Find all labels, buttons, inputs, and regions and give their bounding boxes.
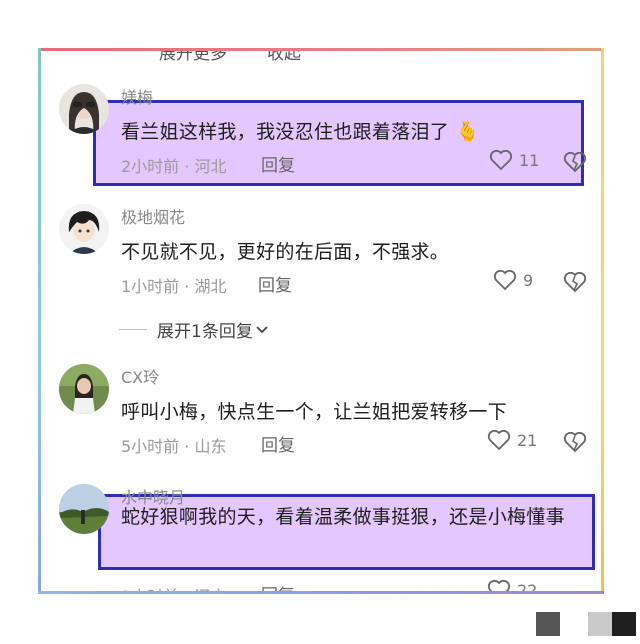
comment-list: 展开更多 收起 媄梅 看兰姐这样我，我没忍住也跟着落泪了 🫰 2小时前 · 河北 … (41, 51, 601, 591)
broken-heart-icon[interactable] (563, 151, 587, 173)
heart-icon (487, 429, 511, 451)
like-button[interactable]: 22 (487, 579, 537, 591)
comment-item: 媄梅 看兰姐这样我，我没忍住也跟着落泪了 🫰 2小时前 · 河北 回复 11 (41, 81, 601, 201)
comment-author[interactable]: 媄梅 (121, 84, 153, 108)
like-button[interactable]: 21 (487, 429, 537, 451)
comment-meta: 2小时前 · 河北 (121, 157, 227, 176)
collapse-label[interactable]: 收起 (267, 51, 301, 64)
comment-author[interactable]: CX玲 (121, 364, 159, 388)
comment-text: 看兰姐这样我，我没忍住也跟着落泪了 🫰 (121, 117, 479, 144)
hand-emoji: 🫰 (455, 121, 480, 143)
avatar[interactable] (59, 84, 109, 134)
color-swatch (536, 612, 560, 636)
reply-button[interactable]: 回复 (261, 431, 295, 456)
comment-meta: 1小时前 · 湖北 (121, 277, 227, 296)
like-count: 9 (523, 270, 534, 290)
comment-text: 不见就不见，更好的在后面，不强求。 (121, 241, 450, 263)
comment-text: 蛇好狠啊我的天，看着温柔做事挺狠，还是小梅懂事 (121, 506, 565, 528)
avatar[interactable] (59, 484, 109, 534)
like-count: 22 (517, 580, 538, 592)
comment-text: 呼叫小梅，快点生一个，让兰姐把爱转移一下 (121, 401, 508, 423)
broken-heart-icon[interactable] (563, 431, 587, 453)
comment-author[interactable]: 极地烟花 (121, 204, 185, 228)
comment-text-content: 看兰姐这样我，我没忍住也跟着落泪了 (121, 121, 450, 143)
comment-meta: 2小时前 · 辽宁 (121, 583, 226, 591)
heart-icon (489, 149, 513, 171)
divider-line (119, 329, 147, 330)
like-button[interactable]: 9 (493, 269, 533, 291)
expand-replies-button[interactable]: 展开1条回复 (119, 317, 269, 342)
reply-button[interactable]: 回复 (261, 151, 295, 176)
avatar[interactable] (59, 204, 109, 254)
like-count: 21 (517, 430, 538, 450)
like-button[interactable]: 11 (489, 149, 539, 171)
comment-item: 水中晓月 蛇好狠啊我的天，看着温柔做事挺狠，还是小梅懂事 2小时前 · 辽宁 回… (41, 481, 601, 591)
avatar[interactable] (59, 364, 109, 414)
comment-meta: 5小时前 · 山东 (121, 437, 227, 456)
expand-more-label[interactable]: 展开更多 (159, 51, 227, 64)
expand-replies-label: 展开1条回复 (157, 322, 253, 342)
color-swatch (588, 612, 612, 636)
heart-icon (493, 269, 517, 291)
heart-icon (487, 579, 511, 591)
frame-bottom-border (38, 591, 604, 594)
comment-item: 极地烟花 不见就不见，更好的在后面，不强求。 1小时前 · 湖北 回复 9 展开… (41, 201, 601, 351)
like-count: 11 (519, 150, 540, 170)
frame-right-border (601, 48, 604, 594)
chevron-down-icon (256, 325, 268, 333)
reply-button[interactable]: 回复 (258, 271, 292, 296)
partial-expand-row[interactable]: 展开更多 收起 (159, 51, 301, 64)
color-swatch (612, 612, 636, 636)
broken-heart-icon[interactable] (563, 271, 587, 293)
reply-button[interactable]: 回复 (261, 581, 295, 591)
comment-item: CX玲 呼叫小梅，快点生一个，让兰姐把爱转移一下 5小时前 · 山东 回复 21 (41, 361, 601, 481)
